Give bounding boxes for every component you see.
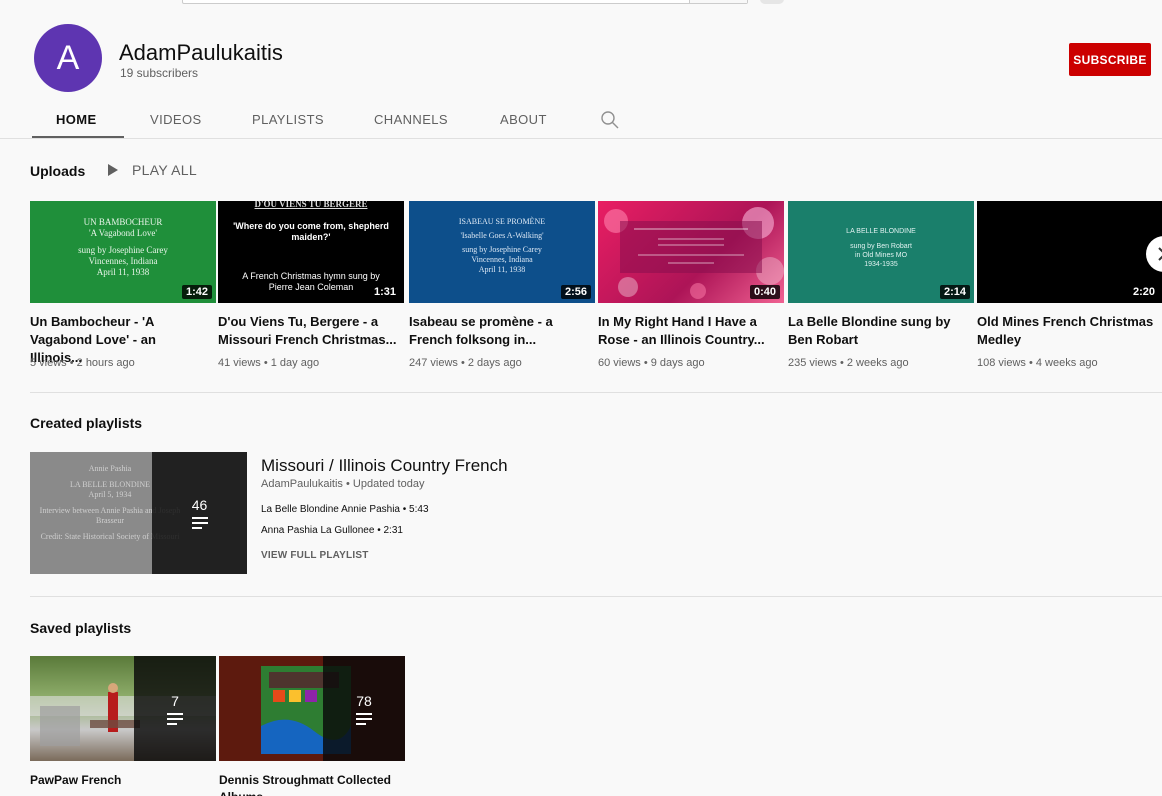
- chevron-right-icon: [1158, 247, 1162, 261]
- channel-name: AdamPaulukaitis: [119, 40, 283, 65]
- video-duration: 1:31: [369, 285, 400, 299]
- subscribe-button[interactable]: SUBSCRIBE: [1069, 43, 1151, 76]
- thumbnail-text: ISABEAU SE PROMÈNE 'Isabelle Goes A-Walk…: [458, 217, 546, 274]
- playlist-thumbnail[interactable]: 78: [219, 656, 405, 761]
- video-title[interactable]: La Belle Blondine sung by Ben Robart: [788, 313, 968, 349]
- tab-channels[interactable]: CHANNELS: [374, 112, 448, 127]
- subscriber-count: 19 subscribers: [120, 66, 199, 80]
- playlist-video-count: 46: [191, 497, 208, 513]
- video-meta: 247 views • 2 days ago: [409, 357, 522, 369]
- playlist-thumbnail[interactable]: Annie Pashia LA BELLE BLONDINE April 5, …: [30, 452, 247, 574]
- section-divider: [30, 596, 1162, 597]
- channel-avatar[interactable]: A: [34, 24, 102, 92]
- created-playlists-title: Created playlists: [30, 415, 143, 431]
- video-title[interactable]: Isabeau se promène - a French folksong i…: [409, 313, 589, 349]
- next-arrow-button[interactable]: [1146, 236, 1162, 272]
- uploads-title[interactable]: Uploads: [30, 163, 85, 179]
- video-duration: 2:14: [939, 285, 970, 299]
- playlist-item[interactable]: Anna Pashia La Gullonee • 2:31: [261, 525, 403, 536]
- playlist-thumbnail[interactable]: 7: [30, 656, 216, 761]
- playlist-count-overlay: 46: [152, 452, 247, 574]
- tab-videos[interactable]: VIDEOS: [150, 112, 202, 127]
- playlist-video-count: 78: [356, 692, 372, 709]
- play-all-button[interactable]: PLAY ALL: [108, 162, 197, 178]
- tab-about[interactable]: ABOUT: [500, 112, 547, 127]
- video-meta: 60 views • 9 days ago: [598, 357, 705, 369]
- playlist-title[interactable]: Missouri / Illinois Country French: [261, 456, 508, 476]
- video-thumbnail[interactable]: UN BAMBOCHEUR 'A Vagabond Love' sung by …: [30, 201, 216, 303]
- video-duration: 2:56: [560, 285, 591, 299]
- tabs-divider: [0, 138, 1162, 139]
- playlist-item[interactable]: La Belle Blondine Annie Pashia • 5:43: [261, 504, 429, 515]
- section-divider: [30, 392, 1162, 393]
- video-thumbnail[interactable]: ISABEAU SE PROMÈNE 'Isabelle Goes A-Walk…: [409, 201, 595, 303]
- thumbnail-text: UN BAMBOCHEUR 'A Vagabond Love' sung by …: [78, 217, 168, 277]
- search-icon[interactable]: [600, 110, 620, 130]
- video-duration: 1:42: [181, 285, 212, 299]
- video-title[interactable]: D'ou Viens Tu, Bergere - a Missouri Fren…: [218, 313, 398, 349]
- thumbnail-text: 'Where do you come from, shepherd maiden…: [233, 221, 389, 242]
- playlist-icon: [356, 712, 372, 725]
- saved-playlist-title[interactable]: Dennis Stroughmatt Collected Albums: [219, 772, 399, 796]
- mic-button[interactable]: [760, 0, 784, 4]
- tab-home[interactable]: HOME: [56, 112, 97, 127]
- thumbnail-text: LA BELLE BLONDINE sung by Ben Robart in …: [846, 228, 916, 268]
- playlist-count-overlay: 78: [323, 656, 405, 761]
- video-duration: 2:20: [1128, 285, 1159, 299]
- play-all-label: PLAY ALL: [132, 162, 197, 178]
- search-button[interactable]: [689, 0, 747, 3]
- video-thumbnail[interactable]: LA BELLE BLONDINE sung by Ben Robart in …: [788, 201, 974, 303]
- video-thumbnail[interactable]: 2:20: [977, 201, 1162, 303]
- video-title[interactable]: In My Right Hand I Have a Rose - an Illi…: [598, 313, 778, 349]
- playlist-icon: [167, 712, 183, 725]
- video-meta: 108 views • 4 weeks ago: [977, 357, 1098, 369]
- video-thumbnail[interactable]: D'OU VIENS TU BERGERE 'Where do you come…: [218, 201, 404, 303]
- play-icon: [108, 164, 118, 176]
- search-bar-stub[interactable]: [182, 0, 748, 4]
- saved-playlists-title: Saved playlists: [30, 620, 132, 636]
- playlist-icon: [191, 517, 208, 529]
- video-meta: 235 views • 2 weeks ago: [788, 357, 909, 369]
- playlist-video-count: 7: [171, 692, 179, 709]
- playlist-count-overlay: 7: [134, 656, 216, 761]
- thumbnail-heading: D'OU VIENS TU BERGERE: [254, 201, 368, 209]
- video-meta: 5 views • 2 hours ago: [30, 357, 135, 369]
- video-meta: 41 views • 1 day ago: [218, 357, 320, 369]
- tab-playlists[interactable]: PLAYLISTS: [252, 112, 324, 127]
- view-full-playlist-link[interactable]: VIEW FULL PLAYLIST: [261, 550, 369, 561]
- saved-playlist-title[interactable]: PawPaw French: [30, 772, 210, 789]
- video-duration: 0:40: [749, 285, 780, 299]
- playlist-subtitle: AdamPaulukaitis • Updated today: [261, 478, 425, 490]
- video-thumbnail[interactable]: 0:40: [598, 201, 784, 303]
- video-title[interactable]: Old Mines French Christmas Medley: [977, 313, 1157, 349]
